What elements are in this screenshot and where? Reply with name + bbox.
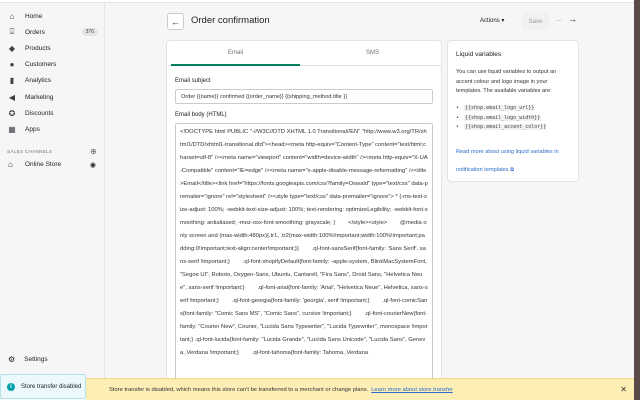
arrow-left-icon: ← (171, 16, 180, 27)
liquid-variables-card: Liquid variables You can use liquid vari… (448, 41, 578, 181)
email-body-label: Email body (HTML) (175, 112, 227, 118)
sidebar-item-label: Apps (25, 125, 40, 133)
store-transfer-banner: Store transfer is disabled, which means … (86, 378, 634, 400)
sidebar-item-label: Discounts (25, 109, 54, 117)
sales-channels-label: SALES CHANNELS (7, 149, 53, 154)
sidebar-item-label: Products (25, 44, 51, 52)
save-button[interactable]: Save (522, 13, 549, 30)
banner-learn-more-link[interactable]: Learn more about store transfer (371, 387, 453, 393)
gear-icon: ⚙ (8, 355, 16, 364)
email-subject-input[interactable]: Order {{name}} confirmed {{order_name}} … (175, 89, 433, 104)
sidebar-item-home[interactable]: ⌂ Home (0, 8, 104, 24)
liquid-variable: {{shop.email_logo_width}} (456, 114, 570, 124)
previous-icon[interactable]: ← (555, 14, 564, 24)
variable-code: {{shop.email_logo_width}} (464, 114, 542, 121)
actions-menu[interactable]: Actions ▾ (480, 17, 504, 24)
orders-count-badge: 376 (81, 28, 98, 37)
window-edge (634, 0, 640, 400)
sidebar-item-label: Analytics (25, 77, 52, 85)
apps-icon: ▦ (8, 124, 16, 134)
back-button[interactable]: ← (167, 13, 184, 30)
tab-email[interactable]: Email (167, 41, 304, 66)
sidebar-item-label: Home (25, 12, 43, 20)
bar-chart-icon: ▮ (9, 76, 15, 86)
next-icon[interactable]: → (568, 14, 577, 24)
info-icon: i (7, 382, 15, 391)
sidebar-item-settings[interactable]: ⚙ Settings (8, 355, 48, 364)
banner-text: Store transfer is disabled, which means … (109, 386, 369, 393)
sidebar: ⌂ Home ⍗ Orders 376 ◆ Products ● Customers ▮ Analy… (0, 3, 105, 400)
sales-channels-header: SALES CHANNELS ⊕ (0, 147, 104, 157)
close-icon[interactable]: ✕ (620, 385, 627, 394)
settings-label: Settings (24, 356, 48, 363)
variable-code: {{shop.email_logo_url}} (464, 105, 536, 112)
liquid-description: You can use liquid variables to output a… (456, 69, 557, 95)
liquid-variable: {{shop.email_accent_color}} (456, 123, 570, 133)
sidebar-item-apps[interactable]: ▦ Apps (0, 121, 104, 137)
sidebar-item-online-store[interactable]: ⌂ Online Store ◉ (0, 157, 104, 173)
email-subject-label: Email subject (175, 78, 211, 84)
eye-icon[interactable]: ◉ (90, 161, 96, 169)
sidebar-item-label: Marketing (25, 93, 54, 101)
variable-code: {{shop.email_accent_color}} (464, 124, 548, 131)
store-transfer-label: Store transfer disabled (21, 383, 82, 390)
sidebar-item-customers[interactable]: ● Customers (0, 57, 104, 73)
home-icon: ⌂ (9, 11, 15, 21)
add-channel-icon[interactable]: ⊕ (90, 147, 97, 156)
online-store-label: Online Store (25, 161, 62, 168)
tab-sms[interactable]: SMS (304, 41, 441, 65)
template-editor-card: Email SMS Email subject Order {{name}} c… (167, 41, 441, 398)
email-body-textarea[interactable]: <!DOCTYPE html PUBLIC "-//W3C//DTD XHTML… (175, 123, 433, 393)
orders-icon: ⍗ (9, 27, 15, 37)
sidebar-item-analytics[interactable]: ▮ Analytics (0, 73, 104, 89)
sidebar-item-products[interactable]: ◆ Products (0, 40, 104, 56)
sidebar-item-orders[interactable]: ⍗ Orders 376 (0, 24, 104, 40)
person-icon: ● (9, 60, 15, 70)
sidebar-item-marketing[interactable]: ◀ Marketing (0, 89, 104, 105)
sidebar-item-label: Orders (25, 28, 45, 36)
sidebar-item-discounts[interactable]: ✪ Discounts (0, 105, 104, 121)
liquid-variable: {{shop.email_logo_url}} (456, 104, 570, 114)
discount-icon: ✪ (8, 108, 16, 118)
megaphone-icon: ◀ (8, 92, 16, 102)
tag-icon: ◆ (8, 43, 16, 53)
sidebar-item-label: Customers (25, 61, 57, 69)
liquid-docs-link[interactable]: Read more about using liquid variables i… (456, 149, 559, 173)
store-icon: ⌂ (8, 160, 13, 169)
store-transfer-status[interactable]: i Store transfer disabled (0, 374, 86, 399)
liquid-title: Liquid variables (456, 51, 502, 58)
page-title: Order confirmation (191, 15, 270, 26)
